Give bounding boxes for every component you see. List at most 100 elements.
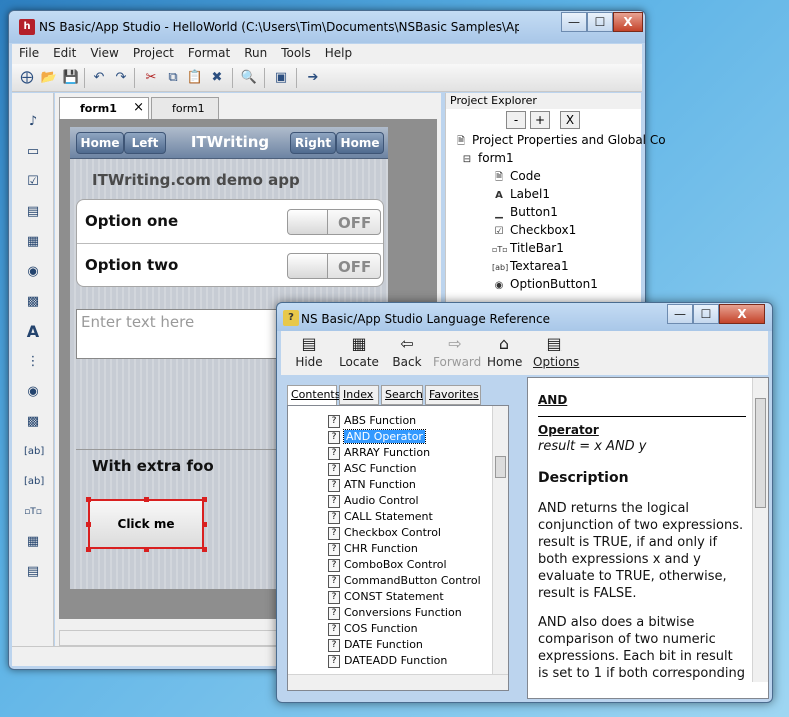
menu-tools[interactable]: Tools: [274, 44, 318, 60]
find-icon[interactable]: 🔍: [240, 69, 258, 87]
tab-contents[interactable]: Contents: [287, 385, 340, 405]
menu-project[interactable]: Project: [126, 44, 181, 60]
calculator-tool-icon[interactable]: ▦: [24, 533, 42, 551]
resize-handle[interactable]: [86, 522, 91, 527]
help-maximize-button[interactable]: ☐: [693, 304, 719, 324]
tree-item-checkbox1[interactable]: ☑ Checkbox1: [492, 223, 577, 237]
nav-home-left-button[interactable]: Home: [76, 132, 124, 154]
list-item[interactable]: ? CONST Statement: [328, 590, 444, 604]
help-close-button[interactable]: X: [719, 304, 765, 324]
menu-help[interactable]: Help: [318, 44, 359, 60]
globe-tool-icon[interactable]: ◉: [24, 263, 42, 281]
save-icon[interactable]: 💾: [62, 69, 80, 87]
list-item[interactable]: ? ARRAY Function: [328, 446, 430, 460]
contents-scrollbar[interactable]: [492, 406, 508, 674]
cut-icon[interactable]: ✂: [142, 69, 160, 87]
picture-tool-icon[interactable]: ▩: [24, 413, 42, 431]
redo-icon[interactable]: ↷: [112, 69, 130, 87]
click-me-button[interactable]: Click me: [88, 499, 204, 549]
menu-view[interactable]: View: [83, 44, 125, 60]
hide-button[interactable]: ▤ Hide: [293, 335, 325, 370]
menu-file[interactable]: File: [12, 44, 46, 60]
label-tool-icon[interactable]: A: [24, 323, 42, 341]
list-item[interactable]: ? ATN Function: [328, 478, 416, 492]
input-tool-icon[interactable]: [ab]: [24, 473, 44, 491]
copy-icon[interactable]: ⧉: [164, 69, 182, 87]
button-tool-icon[interactable]: ▭: [24, 143, 42, 161]
tab-index[interactable]: Index: [339, 385, 379, 405]
menu-run[interactable]: Run: [237, 44, 274, 60]
list-item[interactable]: ? DATE Function: [328, 638, 423, 652]
resize-handle[interactable]: [202, 547, 207, 552]
collapse-button[interactable]: -: [506, 111, 526, 129]
list-item[interactable]: ? DATEADD Function: [328, 654, 447, 668]
list-item-selected[interactable]: ? AND Operator: [328, 429, 426, 444]
nav-right-button[interactable]: Right: [290, 132, 336, 154]
delete-icon[interactable]: ✖: [208, 69, 226, 87]
content-scrollbar[interactable]: [752, 378, 768, 682]
minimize-button[interactable]: —: [561, 12, 587, 32]
back-button[interactable]: ⇦ Back: [391, 335, 423, 370]
resize-handle[interactable]: [86, 497, 91, 502]
tree-item-optionbutton1[interactable]: ◉ OptionButton1: [492, 277, 598, 291]
tree-item-form1[interactable]: ⊟ form1: [460, 151, 514, 165]
resize-handle[interactable]: [144, 497, 149, 502]
list-item[interactable]: ? COS Function: [328, 622, 418, 636]
undo-icon[interactable]: ↶: [90, 69, 108, 87]
close-button[interactable]: X: [613, 12, 643, 32]
resize-handle[interactable]: [86, 547, 91, 552]
resize-handle[interactable]: [144, 547, 149, 552]
new-file-icon[interactable]: ⨁: [18, 69, 36, 87]
list-item[interactable]: ? Conversions Function: [328, 606, 462, 620]
titlebar-control[interactable]: Home Left ITWriting Right Home: [70, 127, 388, 159]
tab-form1-design[interactable]: form1 ×: [59, 97, 149, 119]
options-button[interactable]: ▤ Options: [533, 335, 579, 370]
list-item[interactable]: ? CALL Statement: [328, 510, 433, 524]
menu-edit[interactable]: Edit: [46, 44, 83, 60]
list-item[interactable]: ? ABS Function: [328, 414, 416, 428]
tab-favorites[interactable]: Favorites: [425, 385, 481, 405]
title-bar[interactable]: h NS Basic/App Studio - HelloWorld (C:\U…: [9, 11, 645, 43]
option-toggle[interactable]: OFF: [287, 209, 381, 235]
nav-home-right-button[interactable]: Home: [336, 132, 384, 154]
tab-search[interactable]: Search: [381, 385, 423, 405]
image-tool-icon[interactable]: ▩: [24, 293, 42, 311]
tree-item-titlebar1[interactable]: ▫T▫ TitleBar1: [492, 241, 564, 255]
list-item[interactable]: ? CommandButton Control: [328, 574, 481, 588]
locate-button[interactable]: ▦ Locate: [339, 335, 379, 370]
titlebar-tool-icon[interactable]: ▫T▫: [24, 503, 42, 521]
window-icon[interactable]: ▣: [272, 69, 290, 87]
audio-tool-icon[interactable]: ♪: [24, 113, 42, 131]
paste-icon[interactable]: 📋: [186, 69, 204, 87]
open-icon[interactable]: 📂: [40, 69, 58, 87]
textbox-tool-icon[interactable]: ⋮: [24, 353, 42, 371]
tab-form1-code[interactable]: form1: [151, 97, 219, 119]
forward-button[interactable]: ⇨ Forward: [433, 335, 481, 370]
maximize-button[interactable]: ☐: [587, 12, 613, 32]
list-tool-icon[interactable]: ▤: [24, 203, 42, 221]
tree-item-project-properties[interactable]: 🗎 Project Properties and Global Co: [454, 133, 666, 151]
tree-item-button1[interactable]: ▁ Button1: [492, 205, 558, 219]
help-minimize-button[interactable]: —: [667, 304, 693, 324]
remove-button[interactable]: X: [560, 111, 580, 129]
list-item[interactable]: ? CHR Function: [328, 542, 418, 556]
nav-left-button[interactable]: Left: [124, 132, 166, 154]
page-tool-icon[interactable]: ▤: [24, 563, 42, 581]
grid-tool-icon[interactable]: ▦: [24, 233, 42, 251]
radio-tool-icon[interactable]: ◉: [24, 383, 42, 401]
tree-item-code[interactable]: 🗎 Code: [492, 169, 541, 187]
tree-item-textarea1[interactable]: [ab] Textarea1: [492, 259, 569, 273]
option-row[interactable]: Option one OFF: [77, 200, 383, 244]
footer-label[interactable]: With extra foo: [92, 457, 214, 475]
run-icon[interactable]: ➔: [304, 69, 322, 87]
checkbox-tool-icon[interactable]: ☑: [24, 173, 42, 191]
home-button[interactable]: ⌂ Home: [487, 335, 522, 370]
help-title-bar[interactable]: ? NS Basic/App Studio Language Reference…: [277, 303, 772, 331]
expand-button[interactable]: +: [530, 111, 550, 129]
tree-item-label1[interactable]: A Label1: [492, 187, 550, 201]
list-item[interactable]: ? ASC Function: [328, 462, 416, 476]
option-row[interactable]: Option two OFF: [77, 244, 383, 288]
resize-handle[interactable]: [202, 497, 207, 502]
textarea-tool-icon[interactable]: [ab]: [24, 443, 44, 461]
option-toggle[interactable]: OFF: [287, 253, 381, 279]
